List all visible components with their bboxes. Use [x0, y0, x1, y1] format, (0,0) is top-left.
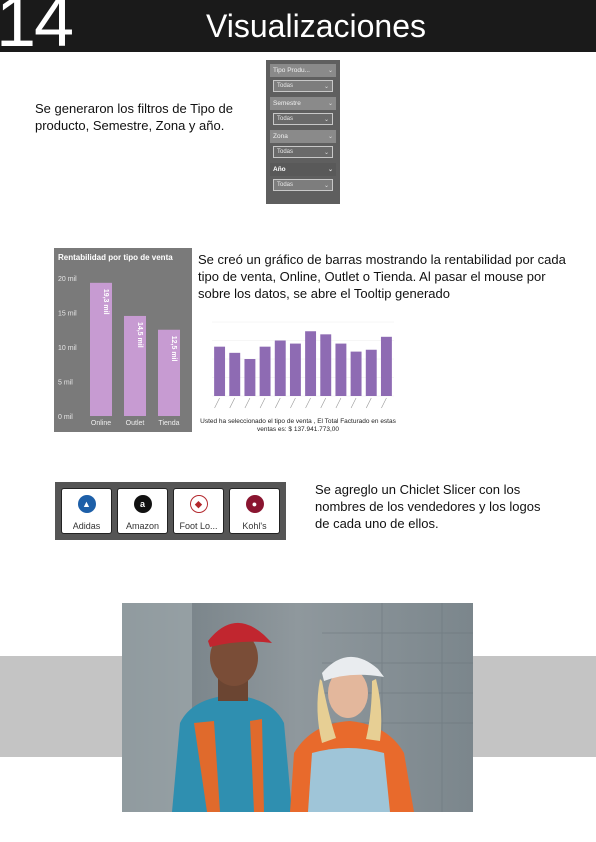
- filter-value: Todas: [277, 182, 294, 188]
- y-tick-label: 15 mil: [58, 311, 77, 318]
- bar-data-label: 12,5 mil: [170, 336, 177, 362]
- chiclet-description: Se agreglo un Chiclet Slicer con los nom…: [315, 482, 541, 531]
- filter-value: Todas: [277, 83, 294, 89]
- chevron-down-icon[interactable]: ⌄: [328, 100, 333, 107]
- chiclet-label: Foot Lo...: [179, 521, 218, 531]
- adidas-logo-icon: ▲: [77, 495, 96, 513]
- tooltip-bar: [350, 351, 362, 396]
- chart-title: Rentabilidad por tipo de venta: [58, 253, 173, 262]
- chevron-down-icon[interactable]: ⌄: [328, 166, 333, 173]
- filter-value: Todas: [277, 116, 294, 122]
- chiclet-kohls[interactable]: ● Kohl's: [229, 488, 280, 534]
- bar-data-label: 19,3 mil: [102, 289, 109, 315]
- x-tick-label: [259, 397, 266, 409]
- y-tick-label: 0 mil: [58, 414, 73, 421]
- page-title: Visualizaciones: [206, 8, 426, 44]
- chevron-down-icon[interactable]: ⌄: [324, 149, 329, 156]
- tooltip-bar: [289, 343, 301, 396]
- bar-data-label: 14,5 mil: [136, 322, 143, 348]
- y-tick-label: 5 mil: [58, 380, 73, 387]
- x-tick-label: [381, 397, 387, 409]
- filters-panel: Tipo Produ... ⌄ Todas ⌄ Semestre ⌄ Todas ⌄ Z…: [266, 60, 340, 204]
- filters-description: Se generaron los filtros de Tipo de prod…: [35, 101, 234, 133]
- tooltip-bar: [320, 334, 332, 396]
- x-tick-label: Tienda: [158, 420, 179, 427]
- tooltip-bar: [244, 359, 256, 396]
- chiclet-label: Amazon: [125, 521, 160, 531]
- chiclet-amazon[interactable]: a Amazon: [117, 488, 168, 534]
- chiclet-foot-locker[interactable]: ◆ Foot Lo...: [173, 488, 224, 534]
- chiclet-adidas[interactable]: ▲ Adidas: [61, 488, 112, 534]
- kohls-logo-icon: ●: [245, 495, 264, 513]
- chevron-down-icon[interactable]: ⌄: [328, 67, 333, 74]
- tooltip-caption: Usted ha seleccionado el tipo de venta ,…: [200, 418, 396, 433]
- chart-description: Se creó un gráfico de barras mostrando l…: [198, 252, 566, 301]
- profitability-bar-chart[interactable]: 0 mil 5 mil 10 mil 15 mil 20 mil 19,3 mil Onli…: [54, 248, 192, 432]
- chiclet-slicer: ▲ Adidas a Amazon ◆ Foot Lo... ● Kohl's: [55, 482, 286, 540]
- filter-semestre[interactable]: Semestre ⌄ Todas ⌄: [270, 97, 336, 125]
- x-tick-label: [290, 397, 296, 409]
- x-tick-label: [229, 397, 236, 409]
- filter-label: Zona: [273, 133, 288, 140]
- filter-label: Tipo Produ...: [273, 67, 310, 74]
- tooltip-bar: [274, 340, 286, 396]
- y-tick-label: 20 mil: [58, 276, 77, 283]
- amazon-logo-icon: a: [133, 495, 152, 513]
- filter-zona[interactable]: Zona ⌄ Todas ⌄: [270, 130, 336, 158]
- chevron-down-icon[interactable]: ⌄: [324, 182, 329, 189]
- photo-illustration: [122, 603, 473, 812]
- x-tick-label: [305, 397, 311, 409]
- tooltip-bar: [365, 349, 377, 396]
- x-tick-label: [320, 397, 327, 409]
- tooltip-bar: [229, 352, 241, 396]
- chiclet-label: Adidas: [72, 521, 101, 531]
- y-tick-label: 10 mil: [58, 345, 77, 352]
- tooltip-bar: [259, 346, 271, 396]
- tooltip-bar: [214, 346, 226, 396]
- tooltip-chart-svg: [212, 321, 394, 409]
- filter-tipo-producto[interactable]: Tipo Produ... ⌄ Todas ⌄: [270, 64, 336, 92]
- profitability-chart-svg: 0 mil 5 mil 10 mil 15 mil 20 mil 19,3 mil Onli…: [58, 276, 180, 427]
- x-tick-label: [365, 397, 372, 409]
- chevron-down-icon[interactable]: ⌄: [328, 133, 333, 140]
- x-tick-label: Online: [91, 420, 111, 427]
- filter-label: Año: [273, 166, 286, 173]
- tooltip-bar: [380, 336, 392, 396]
- filter-anio[interactable]: Año ⌄ Todas ⌄: [270, 163, 336, 191]
- tooltip-bar: [305, 331, 317, 396]
- x-tick-label: [350, 397, 357, 409]
- models-photo: [122, 603, 473, 812]
- filter-label: Semestre: [273, 100, 301, 107]
- x-tick-label: [335, 397, 342, 409]
- chevron-down-icon[interactable]: ⌄: [324, 116, 329, 123]
- foot-locker-logo-icon: ◆: [189, 495, 208, 513]
- chiclet-label: Kohl's: [242, 521, 267, 531]
- x-tick-label: [244, 397, 251, 409]
- filter-value: Todas: [277, 149, 294, 155]
- chevron-down-icon[interactable]: ⌄: [324, 83, 329, 90]
- x-tick-label: [274, 397, 281, 409]
- tooltip-chart[interactable]: Usted ha seleccionado el tipo de venta ,…: [198, 310, 398, 440]
- tooltip-bar: [335, 343, 347, 396]
- x-tick-label: Outlet: [126, 420, 145, 427]
- x-tick-label: [214, 397, 220, 409]
